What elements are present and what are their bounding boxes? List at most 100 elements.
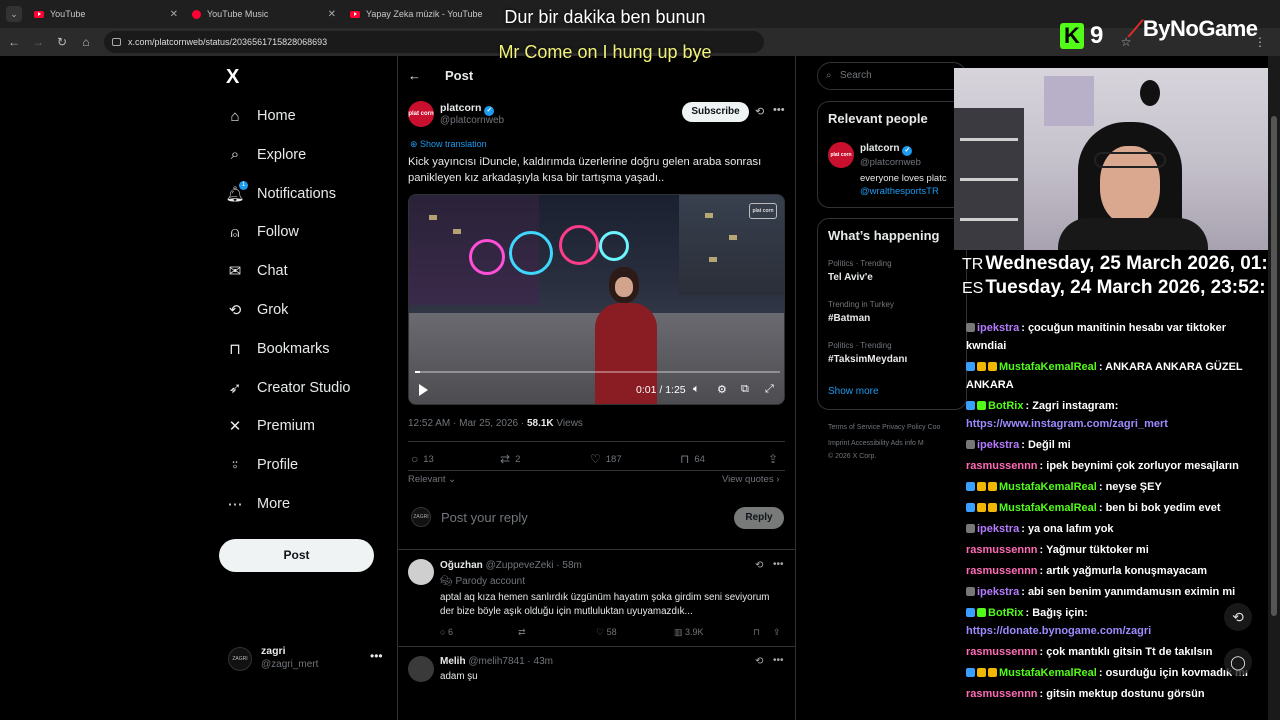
chat-username[interactable]: MustafaKemalReal <box>999 667 1097 679</box>
chat-username[interactable]: rasmussennn <box>966 646 1038 658</box>
sidebar-item-more[interactable]: ⋯ More <box>226 491 291 517</box>
post-timestamp: 12:52 AM · Mar 25, 2026 · 58.1K Views <box>408 418 583 429</box>
sidebar-item-label: Profile <box>257 457 299 474</box>
author-handle[interactable]: @platcornweb <box>440 115 504 126</box>
bookmark-icon[interactable]: ⊓ <box>753 627 760 638</box>
subscribe-button[interactable]: Subscribe <box>682 102 749 122</box>
person-handle[interactable]: @platcornweb <box>860 157 921 168</box>
show-translation-link[interactable]: ⊕ Show translation <box>410 139 487 150</box>
more-dots-icon[interactable]: ••• <box>773 559 784 570</box>
avatar[interactable]: plat corn <box>828 142 854 168</box>
footer-links[interactable]: Imprint Accessibility Ads info M <box>828 440 924 447</box>
fullscreen-icon[interactable]: ⤢ <box>765 383 774 396</box>
trend-name[interactable]: #TaksimMeydanı <box>828 354 907 365</box>
show-more-link[interactable]: Show more <box>828 386 879 397</box>
sidebar-item-home[interactable]: ⌂ Home <box>226 103 295 129</box>
settings-gear-icon[interactable]: ⚙ <box>717 383 727 396</box>
trend-name[interactable]: #Batman <box>828 313 870 324</box>
chat-username[interactable]: rasmussennn <box>966 460 1038 472</box>
chat-username[interactable]: BotRix <box>988 607 1023 619</box>
sidebar-item-follow[interactable]: ⍝ Follow <box>226 219 298 245</box>
search-input[interactable]: ⌕ Search <box>817 62 967 90</box>
more-dots-icon[interactable]: ••• <box>370 649 383 663</box>
chat-username[interactable]: MustafaKemalReal <box>999 361 1097 373</box>
picture-in-picture-icon[interactable]: ⧉ <box>741 383 749 396</box>
comment-text: adam şu <box>440 671 478 682</box>
sort-replies-dropdown[interactable]: Relevant ⌄ <box>408 474 456 485</box>
chat-text: ipek beynimi çok zorluyor mesajların <box>1046 460 1239 472</box>
view-quotes-link[interactable]: View quotes › <box>722 474 779 485</box>
sidebar-item-profile[interactable]: ⍤ Profile <box>226 452 298 478</box>
sidebar-item-label: Bookmarks <box>257 340 330 357</box>
sidebar-item-grok[interactable]: ⟲ Grok <box>226 297 289 323</box>
x-logo[interactable]: X <box>226 66 239 89</box>
share-icon[interactable]: ⇪ <box>768 452 783 466</box>
comment-author[interactable]: Melih @melih7841 · 43m <box>440 656 553 667</box>
comment-replies[interactable]: ○ 6 <box>440 627 453 637</box>
chat-message: BotRix: Bağış için: https://donate.bynoga… <box>966 607 1152 637</box>
more-dots-icon[interactable]: ••• <box>773 104 785 116</box>
author-name[interactable]: platcorn ✓ <box>440 102 495 116</box>
repost-icon[interactable]: ⇄ <box>518 627 526 638</box>
video-frame-window <box>429 215 437 220</box>
chat-text: Zagri instagram: <box>1032 400 1119 412</box>
chat-username[interactable]: MustafaKemalReal <box>999 481 1097 493</box>
chat-username[interactable]: ipekstra <box>977 322 1019 334</box>
share-icon[interactable]: ⇪ <box>773 627 781 638</box>
play-icon[interactable] <box>419 384 428 396</box>
chat-username[interactable]: ipekstra <box>977 439 1019 451</box>
chat-link[interactable]: https://donate.bynogame.com/zagri <box>966 625 1151 637</box>
post-button[interactable]: Post <box>219 539 374 572</box>
chat-badge-icon <box>966 503 975 512</box>
sidebar-item-premium[interactable]: ✕ Premium <box>226 413 315 439</box>
account-handle: @zagri_mert <box>261 659 319 670</box>
account-switcher[interactable]: ZAGRI zagri @zagri_mert ••• <box>228 645 388 675</box>
sidebar-item-bookmarks[interactable]: ⊓ Bookmarks <box>226 336 330 362</box>
chat-link[interactable]: https://www.instagram.com/zagri_mert <box>966 418 1168 430</box>
chat-badge-icon <box>966 668 975 677</box>
reply-button[interactable]: Reply <box>734 507 784 529</box>
replies-stat[interactable]: ○ 13 <box>411 452 434 466</box>
video-frame-neon <box>599 231 629 261</box>
grok-icon[interactable]: ⟲ <box>1224 603 1252 631</box>
grok-icon[interactable]: ⟲ <box>755 656 763 667</box>
chat-username[interactable]: MustafaKemalReal <box>999 502 1097 514</box>
likes-stat[interactable]: ♡ 187 <box>590 452 622 466</box>
grok-icon[interactable]: ⟲ <box>755 560 763 571</box>
footer-links[interactable]: Terms of Service Privacy Policy Coo <box>828 424 940 431</box>
avatar[interactable]: plat corn <box>408 101 434 127</box>
scrollbar-thumb[interactable] <box>1271 116 1277 616</box>
chat-username[interactable]: ipekstra <box>977 523 1019 535</box>
bynogame-logo: ⟋ByNoGame <box>1128 16 1258 41</box>
person-name[interactable]: platcorn ✓ <box>860 143 913 156</box>
comment-author[interactable]: Oğuzhan @ZuppeveZeki · 58m <box>440 560 582 571</box>
video-progress-bar[interactable] <box>415 371 780 373</box>
reply-input[interactable]: Post your reply <box>441 510 528 525</box>
comment-likes[interactable]: ♡ 58 <box>596 627 617 638</box>
sidebar-item-explore[interactable]: ⌕ Explore <box>226 142 306 168</box>
bell-icon: 🔔︎ 1 <box>225 180 248 203</box>
person-bio-link[interactable]: @wralthesportsTR <box>860 186 939 197</box>
volume-icon[interactable]: 🔈︎ <box>693 383 700 396</box>
scrollbar[interactable] <box>1268 56 1280 720</box>
reposts-stat[interactable]: ⇄ 2 <box>500 452 520 466</box>
sidebar-item-creator-studio[interactable]: ➶ Creator Studio <box>226 375 351 401</box>
chat-username[interactable]: rasmussennn <box>966 544 1038 556</box>
clock-es: ES Tuesday, 24 March 2026, 23:52: <box>962 277 1266 298</box>
more-dots-icon[interactable]: ••• <box>773 655 784 666</box>
grok-icon[interactable]: ⟲ <box>755 105 764 118</box>
sidebar-item-notifications[interactable]: 🔔︎ 1 Notifications <box>225 180 336 207</box>
chat-username[interactable]: BotRix <box>988 400 1023 412</box>
comment-views[interactable]: ▥ 3.9K <box>674 627 704 638</box>
back-arrow-icon[interactable]: ← <box>408 68 421 83</box>
avatar[interactable] <box>408 656 434 682</box>
chat-username[interactable]: rasmussennn <box>966 688 1038 700</box>
video-player[interactable]: plat corn 0:01 / 1:25 🔈︎ ⚙ ⧉ ⤢ <box>408 194 785 405</box>
sidebar-item-chat[interactable]: ✉ Chat <box>226 258 288 284</box>
bookmarks-stat[interactable]: ⊓ 64 <box>680 452 705 466</box>
chat-username[interactable]: ipekstra <box>977 586 1019 598</box>
trend-name[interactable]: Tel Aviv'e <box>828 272 873 283</box>
avatar[interactable] <box>408 559 434 585</box>
chat-username[interactable]: rasmussennn <box>966 565 1038 577</box>
chat-bubble-icon[interactable]: ◯ <box>1224 648 1252 676</box>
